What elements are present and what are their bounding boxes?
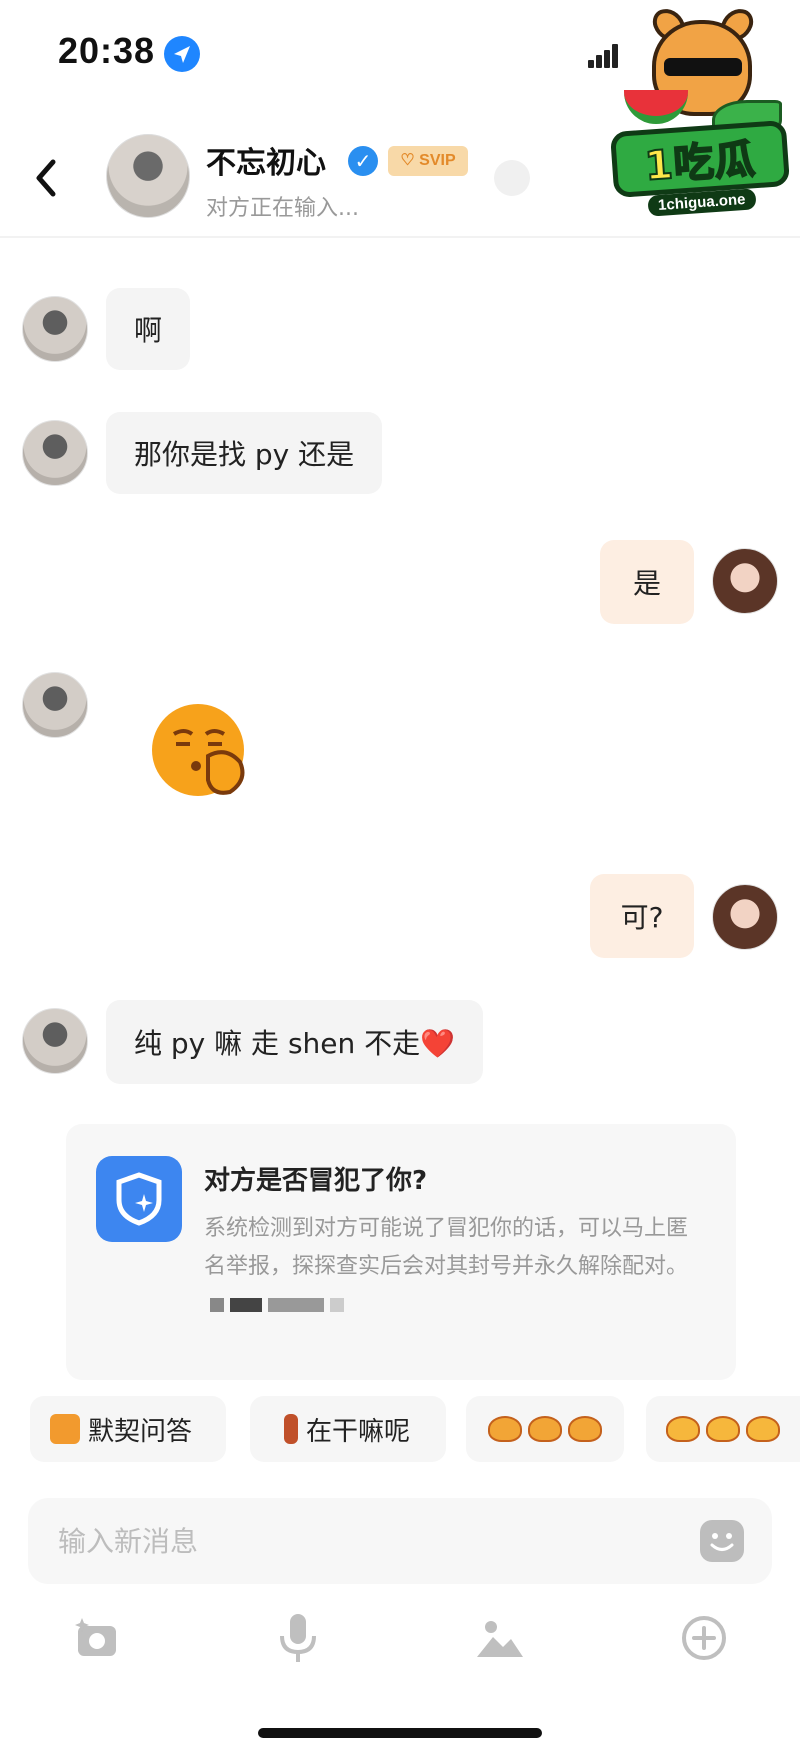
shield-star-icon bbox=[96, 1156, 182, 1242]
voice-button[interactable] bbox=[272, 1612, 324, 1664]
chat-header: 不忘初心 ✓ ♡ SVIP 对方正在输入... bbox=[0, 110, 800, 238]
message-input-bar[interactable] bbox=[28, 1498, 772, 1584]
message-bubble-incoming[interactable]: 啊 bbox=[106, 288, 191, 370]
frog-sticker-icon bbox=[488, 1416, 522, 1442]
contact-avatar-small[interactable] bbox=[22, 1008, 88, 1074]
heart-icon: ♡ bbox=[400, 152, 415, 169]
camera-sparkle-icon[interactable] bbox=[74, 1614, 122, 1662]
smiley-icon[interactable] bbox=[700, 1520, 744, 1562]
frog-sticker-icon bbox=[528, 1416, 562, 1442]
svip-badge: ♡ SVIP bbox=[388, 146, 468, 176]
watermark-sunglasses bbox=[664, 58, 742, 76]
quick-reply-what-doing[interactable]: 在干嘛呢 bbox=[250, 1396, 446, 1462]
frog-sticker-icon bbox=[746, 1416, 780, 1442]
contact-avatar-small[interactable] bbox=[22, 420, 88, 486]
location-arrow-icon bbox=[164, 36, 200, 72]
back-button[interactable] bbox=[26, 154, 66, 202]
more-button[interactable] bbox=[678, 1612, 730, 1664]
quick-reply-frog-stickers[interactable] bbox=[646, 1396, 800, 1462]
image-button[interactable] bbox=[474, 1612, 526, 1664]
home-indicator[interactable] bbox=[258, 1728, 542, 1738]
lipstick-icon bbox=[284, 1414, 298, 1444]
redacted-mark bbox=[210, 1298, 224, 1312]
my-avatar[interactable] bbox=[712, 884, 778, 950]
quick-reply-frog-stickers[interactable] bbox=[466, 1396, 624, 1462]
frog-sticker-icon bbox=[568, 1416, 602, 1442]
quick-reply-quiz[interactable]: 默契问答 bbox=[30, 1396, 226, 1462]
svip-label: SVIP bbox=[419, 152, 456, 169]
plus-circle-icon[interactable] bbox=[680, 1614, 728, 1662]
pensive-finger-emoji[interactable] bbox=[150, 700, 254, 800]
camera-button[interactable] bbox=[72, 1612, 124, 1664]
chevron-left-icon[interactable] bbox=[31, 158, 61, 198]
message-bubble-outgoing[interactable]: 是 bbox=[600, 540, 694, 624]
report-card[interactable]: 对方是否冒犯了你? 系统检测到对方可能说了冒犯你的话，可以马上匿名举报，探探查实… bbox=[66, 1124, 736, 1380]
my-avatar[interactable] bbox=[712, 548, 778, 614]
image-icon[interactable] bbox=[475, 1617, 525, 1659]
verified-check-icon: ✓ bbox=[348, 146, 378, 176]
status-time: 20:38 bbox=[58, 30, 156, 71]
microphone-icon[interactable] bbox=[276, 1612, 320, 1664]
message-bubble-outgoing[interactable]: 可? bbox=[590, 874, 694, 958]
message-bubble-incoming[interactable]: 那你是找 py 还是 bbox=[106, 412, 383, 494]
typing-status: 对方正在输入... bbox=[206, 196, 359, 221]
report-body: 系统检测到对方可能说了冒犯你的话，可以马上匿名举报，探探查实后会对其封号并永久解… bbox=[204, 1210, 704, 1324]
report-body-text: 系统检测到对方可能说了冒犯你的话，可以马上匿名举报，探探查实后会对其封号并永久解… bbox=[204, 1216, 689, 1279]
redacted-mark bbox=[268, 1298, 324, 1312]
contact-avatar-small[interactable] bbox=[22, 296, 88, 362]
header-badge-icon bbox=[494, 160, 530, 196]
redacted-mark bbox=[230, 1298, 262, 1312]
redacted-mark bbox=[330, 1298, 344, 1312]
frog-sticker-icon bbox=[666, 1416, 700, 1442]
contact-avatar-small[interactable] bbox=[22, 672, 88, 738]
contact-avatar[interactable] bbox=[106, 134, 190, 218]
quiz-pencil-icon bbox=[50, 1414, 80, 1444]
message-input[interactable] bbox=[58, 1516, 678, 1566]
frog-sticker-icon bbox=[706, 1416, 740, 1442]
report-title: 对方是否冒犯了你? bbox=[204, 1166, 428, 1196]
contact-name[interactable]: 不忘初心 bbox=[206, 138, 326, 182]
message-bubble-incoming[interactable]: 纯 py 嘛 走 shen 不走❤️ bbox=[106, 1000, 484, 1084]
quick-reply-label: 默契问答 bbox=[88, 1416, 193, 1447]
quick-reply-label: 在干嘛呢 bbox=[306, 1416, 411, 1447]
